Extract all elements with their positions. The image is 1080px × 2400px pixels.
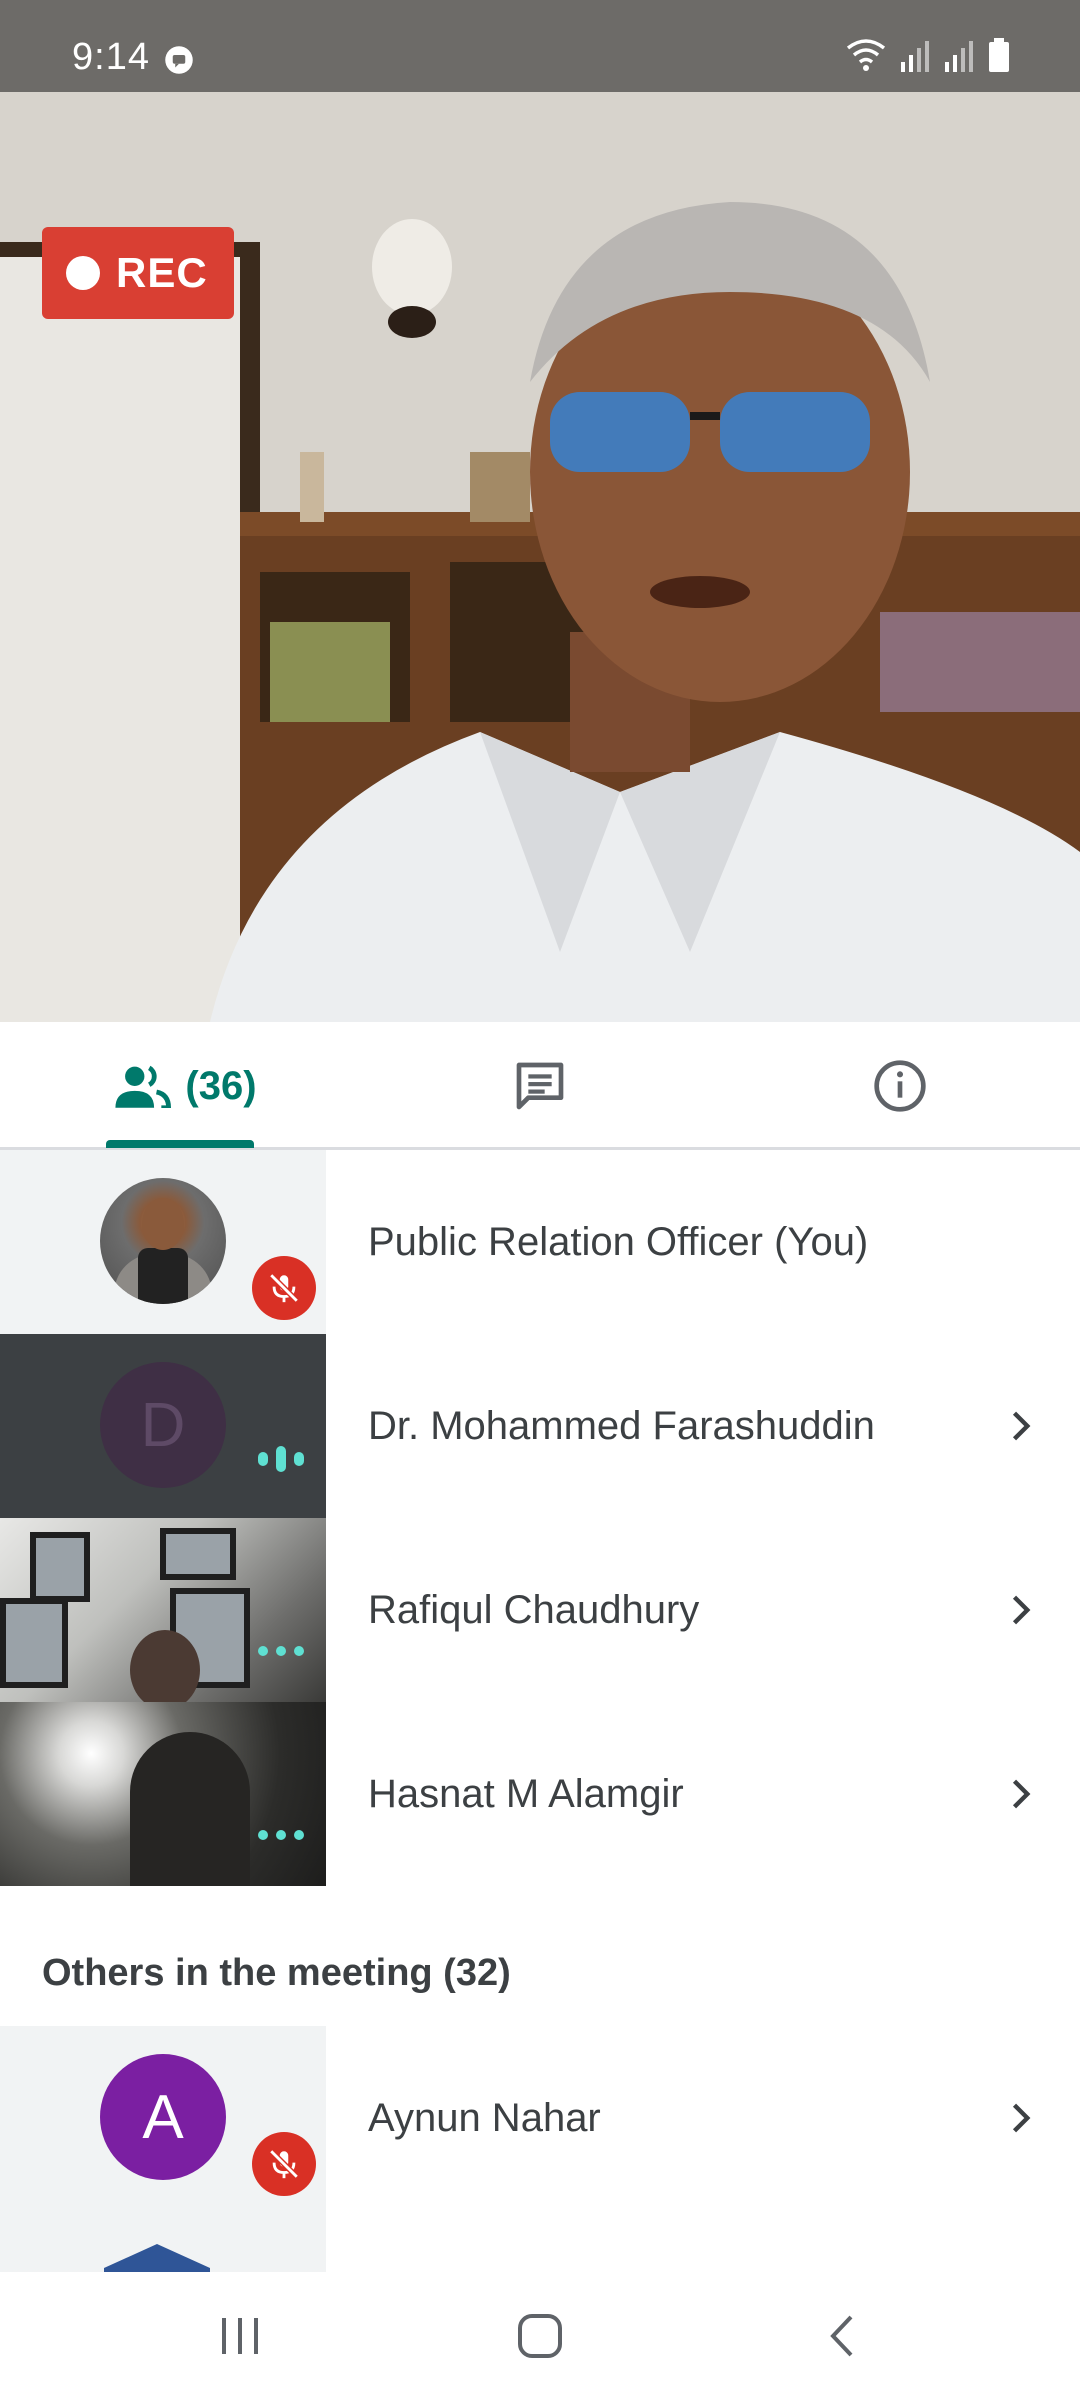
record-dot-icon: [66, 256, 100, 290]
home-icon: [518, 2314, 562, 2358]
recording-label: REC: [116, 249, 208, 296]
chat-icon: [516, 1062, 564, 1110]
participant-row[interactable]: Hasnat M Alamgir: [0, 1702, 1080, 1886]
status-time: 9:14: [72, 36, 150, 78]
audio-indicator-icon: [258, 1646, 304, 1656]
participant-name: Public Relation Officer (You): [368, 1219, 869, 1264]
recent-apps-icon: [222, 2318, 258, 2354]
organization-logo-icon: [104, 2244, 210, 2272]
others-section-header: Others in the meeting (32): [42, 1952, 511, 1994]
mic-off-icon: [252, 2132, 316, 2196]
avatar: A: [100, 2054, 226, 2180]
participant-row[interactable]: Rafiqul Chaudhury: [0, 1518, 1080, 1702]
participant-name: Rafiqul Chaudhury: [368, 1587, 700, 1632]
recent-apps-button[interactable]: [160, 2272, 320, 2400]
chevron-right-icon: [1012, 1595, 1031, 1625]
signal-icon: [901, 41, 929, 72]
participant-count: (36): [185, 1063, 257, 1108]
speaking-indicator-icon: [258, 1446, 304, 1472]
signal-icon: [945, 41, 973, 72]
battery-icon: [989, 38, 1009, 72]
participant-tile: [0, 2210, 326, 2272]
chevron-right-icon: [1012, 1779, 1031, 1809]
participant-tile: [0, 1518, 326, 1702]
avatar: D: [100, 1362, 226, 1488]
participant-row: Public Relation Officer (You): [0, 1150, 1080, 1334]
participant-name: Aynun Nahar: [368, 2095, 601, 2140]
chevron-right-icon: [1012, 1411, 1031, 1441]
active-tab-indicator: [106, 1140, 254, 1148]
chevron-right-icon: [1012, 2103, 1031, 2133]
video-feed[interactable]: REC: [0, 92, 1080, 1022]
tab-people[interactable]: (36): [100, 1022, 270, 1150]
audio-indicator-icon: [258, 1830, 304, 1840]
navigation-bar: [0, 2272, 1080, 2400]
participant-row[interactable]: D Dr. Mohammed Farashuddin: [0, 1334, 1080, 1518]
status-icons: [846, 38, 1010, 72]
tab-info[interactable]: [830, 1022, 970, 1150]
chat-notification-icon: [165, 46, 193, 74]
status-bar: 9:14: [0, 0, 1080, 92]
participant-tile: A: [0, 2026, 326, 2210]
participant-tile: [0, 1702, 326, 1886]
participant-name: Hasnat M Alamgir: [368, 1771, 684, 1816]
people-icon: [115, 1065, 172, 1108]
wifi-icon: [846, 39, 886, 71]
participant-tile: [0, 1150, 326, 1334]
participant-tile: D: [0, 1334, 326, 1518]
participant-row[interactable]: A Aynun Nahar: [0, 2026, 1080, 2210]
info-icon: [874, 1060, 926, 1112]
back-button[interactable]: [762, 2272, 922, 2400]
mic-off-icon: [252, 1256, 316, 1320]
avatar: [100, 1178, 226, 1304]
recording-badge: REC: [42, 227, 234, 319]
tab-chat[interactable]: [470, 1022, 610, 1150]
tab-bar: (36): [0, 1022, 1080, 1150]
back-icon: [830, 2315, 853, 2357]
home-button[interactable]: [460, 2272, 620, 2400]
participant-name: Dr. Mohammed Farashuddin: [368, 1403, 875, 1448]
